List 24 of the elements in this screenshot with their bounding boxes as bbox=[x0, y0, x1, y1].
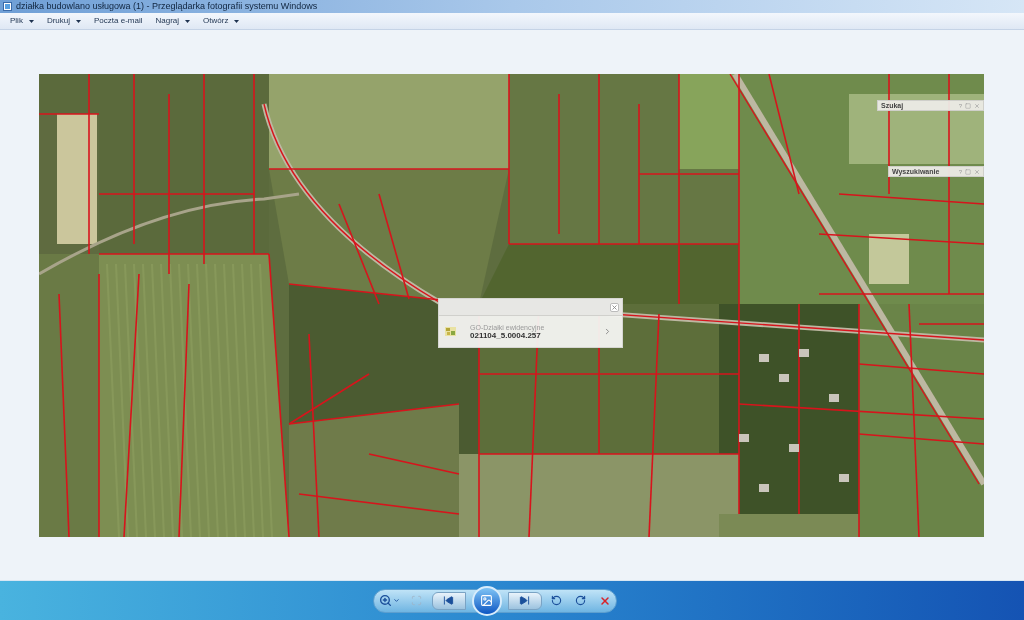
menu-item[interactable]: Otwórz bbox=[201, 13, 242, 29]
chevron-right-icon[interactable] bbox=[603, 327, 612, 336]
next-icon bbox=[519, 595, 530, 606]
previous-icon bbox=[443, 595, 454, 606]
menu-item[interactable]: Plik bbox=[8, 13, 36, 29]
caret-icon bbox=[392, 597, 400, 604]
window-title: działka budowlano usługowa (1) - Przeglądarka fotografii systemu Windows bbox=[16, 2, 318, 11]
layer-icon bbox=[445, 327, 456, 336]
menu-item[interactable]: Nagraj bbox=[153, 13, 193, 29]
fit-icon bbox=[411, 595, 422, 606]
close-button[interactable] bbox=[610, 302, 619, 312]
rotate-left-icon bbox=[551, 595, 562, 606]
parcel-id: 021104_5.0004.257 bbox=[470, 331, 541, 340]
picture-icon bbox=[480, 594, 493, 607]
menu-item[interactable]: Drukuj bbox=[44, 13, 83, 29]
photo-viewer-icon bbox=[3, 2, 12, 11]
delete-icon bbox=[598, 594, 611, 607]
close-icon bbox=[611, 303, 618, 311]
slideshow-button[interactable] bbox=[471, 585, 502, 616]
menu-item[interactable]: Poczta e-mail bbox=[92, 13, 145, 29]
previous-button[interactable] bbox=[431, 591, 466, 610]
rotate-right-icon bbox=[575, 595, 586, 606]
zoom-icon bbox=[378, 594, 392, 607]
next-button[interactable] bbox=[507, 591, 542, 610]
